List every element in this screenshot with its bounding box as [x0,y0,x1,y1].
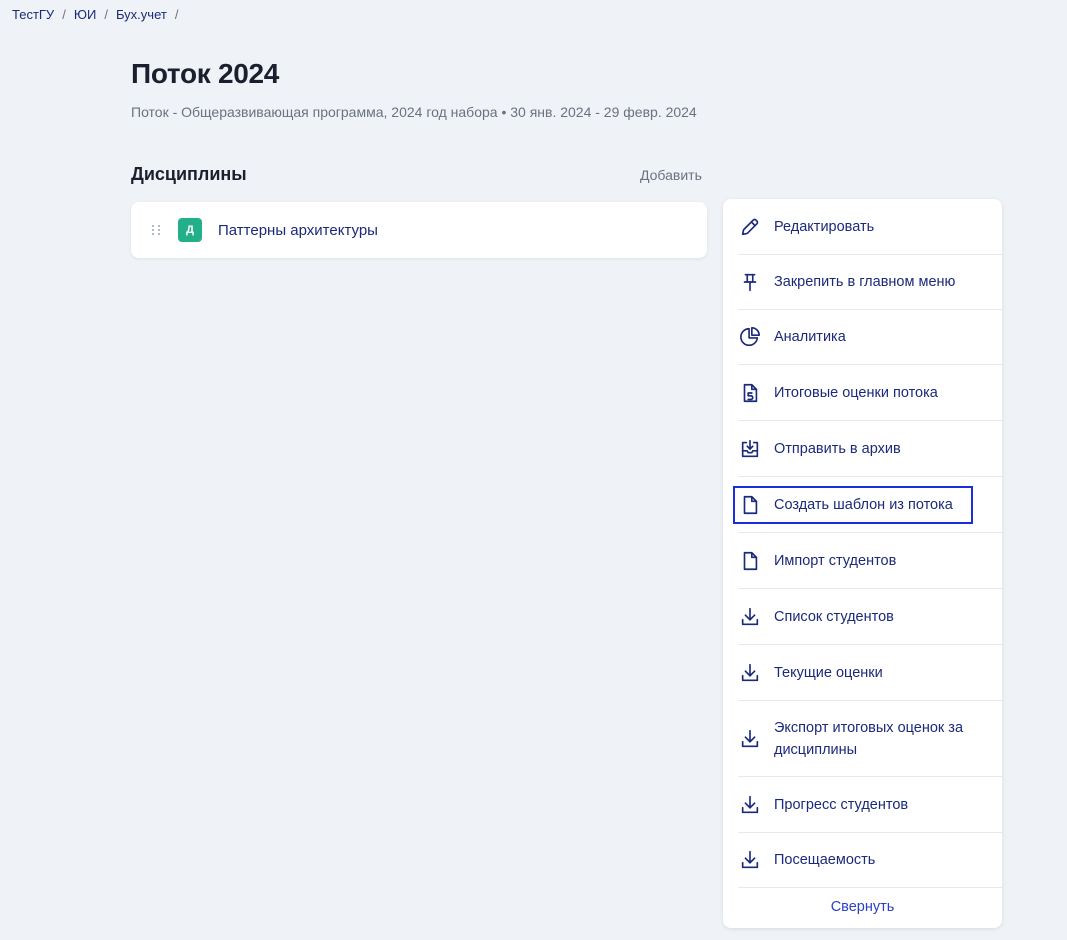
import-students-button[interactable]: Импорт студентов [738,533,1002,589]
grade-document-icon [738,381,762,405]
attendance-label: Посещаемость [774,852,876,868]
disciplines-title: Дисциплины [131,164,247,184]
pie-chart-icon [738,325,762,349]
breadcrumb-separator: / [104,7,108,22]
create-template-label: Создать шаблон из потока [774,496,953,513]
export-final-grades-button[interactable]: Экспорт итоговых оценок за дисциплины [738,701,1002,777]
collapse-button[interactable]: Свернуть [723,899,1002,915]
current-grades-label: Текущие оценки [774,664,883,681]
breadcrumb-item-testgu[interactable]: ТестГУ [12,7,54,22]
edit-label: Редактировать [774,218,875,235]
export-final-grades-label: Экспорт итоговых оценок за дисциплины [774,719,964,758]
page-title: Поток 2024 [131,58,280,89]
breadcrumb-item-yui[interactable]: ЮИ [74,7,96,22]
final-grades-label: Итоговые оценки потока [774,384,938,401]
archive-button[interactable]: Отправить в архив [738,421,1002,477]
download-icon [738,605,762,629]
actions-menu: Редактировать Закрепить в главном меню А… [723,199,1002,928]
breadcrumb-separator: / [174,7,179,22]
pin-icon [738,270,762,294]
discipline-badge: Д [178,218,202,242]
analytics-button[interactable]: Аналитика [738,310,1002,365]
download-icon [738,793,762,817]
pin-to-menu-button[interactable]: Закрепить в главном меню [738,255,1002,310]
attendance-button[interactable]: Посещаемость [738,833,1002,888]
final-grades-button[interactable]: Итоговые оценки потока [738,365,1002,421]
download-icon [738,848,762,872]
students-list-button[interactable]: Список студентов [738,589,1002,645]
breadcrumb: ТестГУ / ЮИ / Бух.учет / [12,7,186,22]
create-template-button[interactable]: Создать шаблон из потока [738,477,1002,533]
students-progress-label: Прогресс студентов [774,796,909,813]
download-icon [738,661,762,685]
page-subtitle: Поток - Общеразвивающая программа, 2024 … [131,104,697,120]
discipline-card[interactable]: Д Паттерны архитектуры [131,202,707,258]
drag-handle-icon[interactable] [152,223,162,237]
pin-label: Закрепить в главном меню [774,274,956,290]
current-grades-button[interactable]: Текущие оценки [738,645,1002,701]
download-icon [738,727,762,751]
archive-icon [738,437,762,461]
add-discipline-button[interactable]: Добавить [640,167,702,183]
pencil-icon [738,215,762,239]
breadcrumb-separator: / [62,7,66,22]
discipline-name[interactable]: Паттерны архитектуры [218,222,378,239]
analytics-label: Аналитика [774,329,846,345]
students-list-label: Список студентов [774,608,894,625]
archive-label: Отправить в архив [774,440,901,457]
edit-button[interactable]: Редактировать [738,199,1002,255]
document-icon [738,549,762,573]
document-icon [738,493,762,517]
breadcrumb-item-buh-uchet[interactable]: Бух.учет [116,7,167,22]
import-students-label: Импорт студентов [774,552,897,569]
students-progress-button[interactable]: Прогресс студентов [738,777,1002,833]
